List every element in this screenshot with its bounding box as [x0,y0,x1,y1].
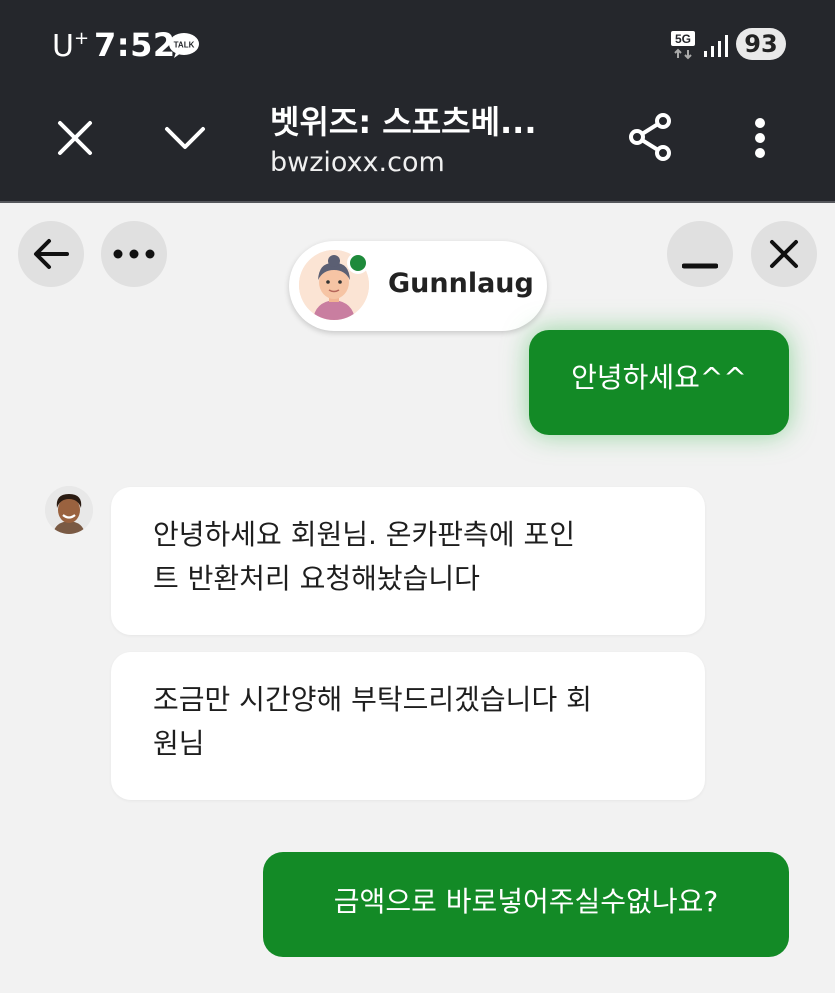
more-vert-icon [755,118,765,158]
close-icon [770,240,798,268]
close-browser-button[interactable] [50,113,100,163]
browser-menu-button[interactable] [740,113,780,163]
page-title: 벳위즈: 스포츠베... [270,103,537,141]
minimize-icon [682,263,718,269]
svg-text:5G: 5G [675,32,691,46]
minimize-chat-button[interactable] [667,221,733,287]
share-button[interactable] [624,109,676,165]
agent-message: 안녕하세요 회원님. 온카판측에 포인 트 반환처리 요청해놨습니다 [111,487,705,635]
agent-header: Gunnlaug [289,241,547,331]
staff-avatar [45,486,93,534]
svg-text:TALK: TALK [174,41,195,50]
chat-options-button[interactable] [101,221,167,287]
page-url: bwzioxx.com [270,147,445,178]
chevron-down-icon [165,127,205,149]
agent-message: 조금만 시간양해 부탁드리겠습니다 회 원님 [111,652,705,800]
agent-name: Gunnlaug [388,268,534,299]
signal-icon [704,35,728,57]
carrier-label: U+ [52,28,90,64]
message-line: 원님 [153,727,205,760]
message-line: 트 반환처리 요청해놨습니다 [153,562,480,595]
online-status-indicator [347,252,369,274]
status-bar: U+ 7:52 TALK 5G 93 [0,0,835,85]
message-line: 조금만 시간양해 부탁드리겠습니다 회 [153,683,592,716]
message-line: 안녕하세요 회원님. 온카판측에 포인 [153,518,576,551]
battery-indicator: 93 [736,28,786,60]
user-message: 안녕하세요^^ [529,330,789,435]
user-message: 금액으로 바로넣어주실수없나요? [263,852,789,957]
browser-toolbar: 벳위즈: 스포츠베... bwzioxx.com [0,85,835,203]
close-chat-button[interactable] [751,221,817,287]
share-icon [629,113,671,161]
close-icon [58,121,92,155]
collapse-browser-button[interactable] [160,113,210,163]
status-clock: 7:52 [94,26,176,64]
arrow-left-icon [34,239,69,269]
5g-icon: 5G [671,31,695,60]
talk-icon: TALK [169,33,199,58]
back-button[interactable] [18,221,84,287]
more-horiz-icon [113,249,155,259]
